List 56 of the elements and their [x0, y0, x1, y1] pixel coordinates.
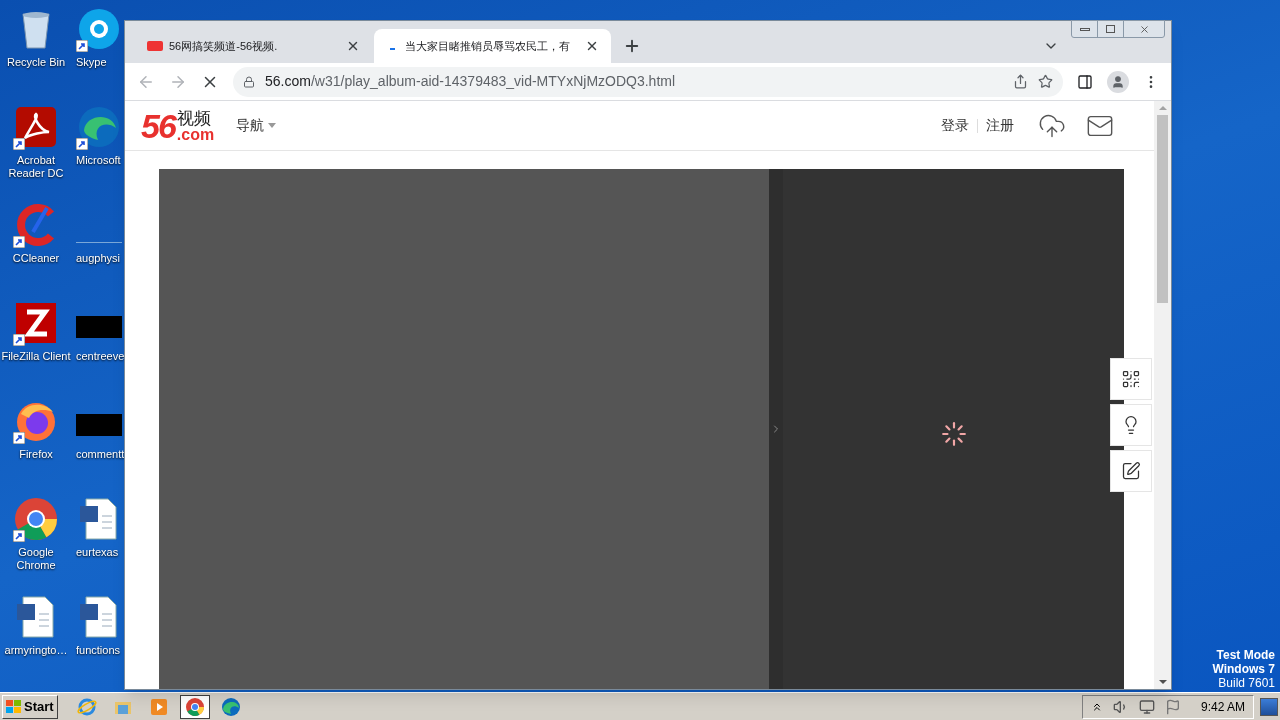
register-link[interactable]: 注册	[986, 115, 1014, 136]
desktop-icon-label: commentt	[76, 448, 125, 461]
flag-icon[interactable]	[1164, 698, 1181, 715]
taskbar-button[interactable]	[179, 694, 210, 719]
profile-avatar[interactable]	[1107, 70, 1129, 93]
desktop-icon-label: eurtexas	[76, 546, 119, 559]
app-icon	[184, 696, 205, 717]
scroll-down-icon[interactable]	[1158, 680, 1167, 684]
app-icon	[76, 696, 97, 717]
windows-logo-icon	[6, 699, 22, 714]
desktop-icon-label: Skype	[76, 56, 107, 69]
desktop-icon-label: augphysi	[76, 252, 121, 265]
desktop-icon-label: Google Chrome	[15, 546, 57, 572]
edit-icon	[1121, 461, 1141, 481]
desktop-icon-label: centreeve	[76, 350, 125, 363]
loading-spinner-icon	[940, 421, 967, 447]
close-icon[interactable]	[585, 39, 599, 53]
tab-title: 56网搞笑频道-56视频.	[169, 38, 279, 54]
new-tab-icon[interactable]	[623, 37, 641, 55]
desktop-icon-label: Acrobat Reader DC	[7, 154, 65, 180]
tip-button[interactable]	[1110, 404, 1152, 446]
side-panel-icon[interactable]	[1077, 73, 1093, 90]
share-icon[interactable]	[1013, 74, 1028, 89]
network-icon[interactable]	[1138, 698, 1155, 715]
tab-title: 当大家目睹推销员辱骂农民工，有	[405, 38, 571, 54]
desktop-icon-label: FileZilla Client	[1, 350, 71, 363]
nav-dropdown[interactable]: 导航	[236, 115, 277, 136]
caret-icon	[268, 123, 277, 128]
url-text: 56.com/w31/play_album-aid-14379483_vid-MTYxNjMzODQ3.html	[265, 72, 677, 91]
browser-tab[interactable]: 56网搞笑频道-56视频.	[135, 29, 372, 63]
close-icon[interactable]	[346, 39, 360, 53]
test-mode-text: Test Mode	[1216, 648, 1275, 662]
feedback-button[interactable]	[1110, 450, 1152, 492]
bookmark-star-icon[interactable]	[1038, 74, 1053, 89]
test-mode-text: Windows 7	[1212, 662, 1275, 676]
qr-code-button[interactable]	[1110, 358, 1152, 400]
desktop-icon-label: Recycle Bin	[5, 56, 67, 69]
app-icon	[148, 696, 169, 717]
login-link[interactable]: 登录	[941, 115, 969, 136]
desktop-icon-label: armyringto…	[3, 644, 69, 657]
desktop-icon-label: Microsoft	[76, 154, 121, 167]
desktop-icon-label: functions	[76, 644, 121, 657]
desktop-icon-label: CCleaner	[11, 252, 61, 265]
show-desktop-button[interactable]	[1260, 697, 1278, 716]
address-bar[interactable]: 56.com/w31/play_album-aid-14379483_vid-MTYxNjMzODQ3.html	[233, 66, 1063, 97]
clock[interactable]: 9:42 AM	[1200, 697, 1245, 716]
browser-tab[interactable]: 当大家目睹推销员辱骂农民工，有	[374, 29, 611, 63]
test-mode-text: Build 7601	[1218, 676, 1275, 690]
app-icon	[220, 696, 241, 717]
start-button[interactable]: Start	[2, 694, 58, 719]
lock-icon	[243, 75, 255, 88]
desktop-icon-label: Firefox	[18, 448, 54, 461]
scrollbar-thumb[interactable]	[1157, 115, 1168, 303]
close-icon	[1138, 23, 1150, 35]
qr-code-icon	[1121, 369, 1141, 389]
scrollbar[interactable]	[1154, 101, 1171, 689]
